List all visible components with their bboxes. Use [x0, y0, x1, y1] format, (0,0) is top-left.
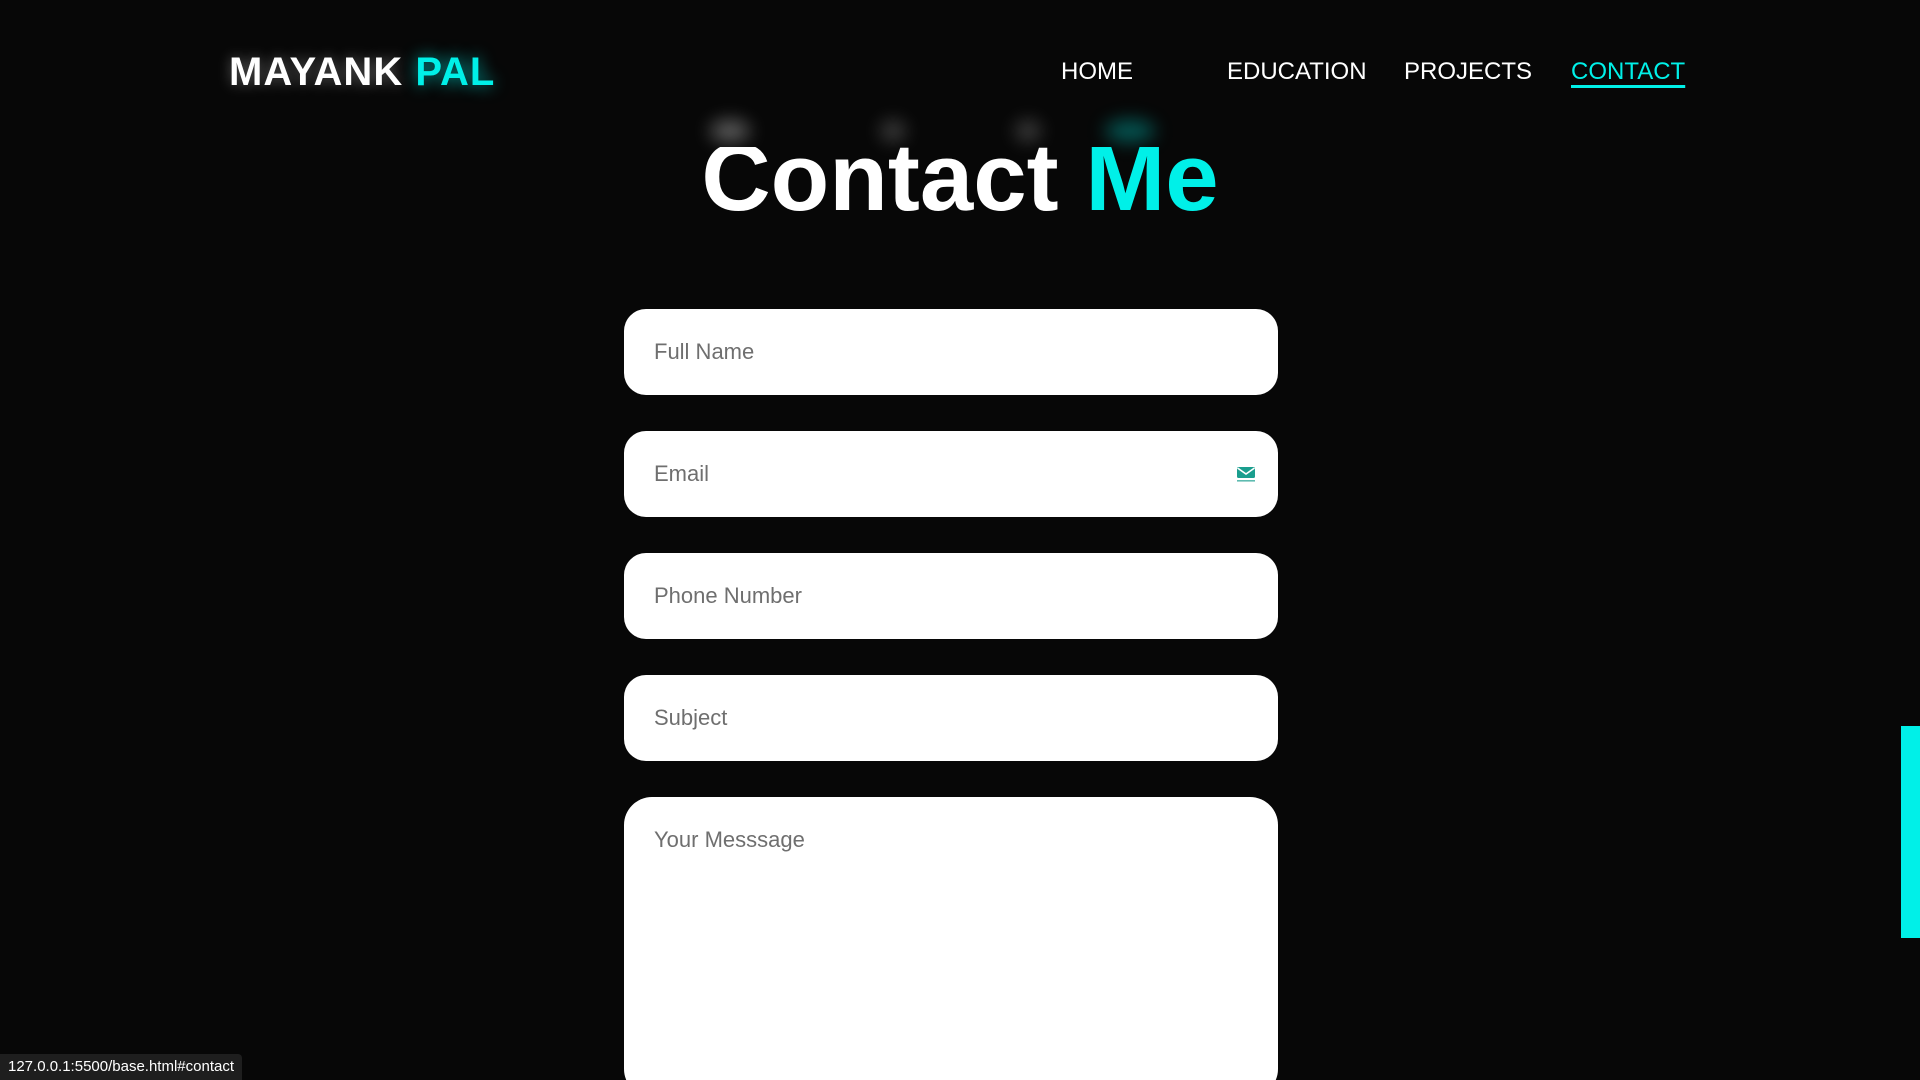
- full-name-input[interactable]: [624, 309, 1278, 395]
- title-glow-spot: [1015, 120, 1041, 142]
- email-input[interactable]: [624, 431, 1278, 517]
- subject-field-wrapper: [624, 675, 1278, 761]
- nav-item-contact[interactable]: CONTACT: [1571, 58, 1685, 86]
- main-nav: HOME EDUCATION PROJECTS CONTACT: [0, 58, 1920, 98]
- title-glow-spot: [710, 120, 750, 142]
- contact-form: [624, 309, 1278, 1080]
- envelope-icon: [1237, 467, 1255, 482]
- phone-number-input[interactable]: [624, 553, 1278, 639]
- title-glow-spot: [880, 120, 906, 142]
- nav-item-home[interactable]: HOME: [1061, 58, 1133, 86]
- nav-item-projects[interactable]: PROJECTS: [1404, 58, 1532, 86]
- message-field-wrapper: [624, 797, 1278, 1080]
- email-field-wrapper: [624, 431, 1278, 517]
- page: MAYANK PAL HOME EDUCATION PROJECTS CONTA…: [0, 0, 1920, 1080]
- title-glow-spot: [1105, 120, 1155, 142]
- phone-field-wrapper: [624, 553, 1278, 639]
- full-name-field-wrapper: [624, 309, 1278, 395]
- side-scroll-indicator[interactable]: [1901, 726, 1920, 938]
- browser-status-url: 127.0.0.1:5500/base.html#contact: [0, 1054, 242, 1080]
- site-header: MAYANK PAL HOME EDUCATION PROJECTS CONTA…: [0, 0, 1920, 147]
- subject-input[interactable]: [624, 675, 1278, 761]
- message-textarea[interactable]: [624, 797, 1278, 1080]
- nav-item-education[interactable]: EDUCATION: [1227, 58, 1367, 86]
